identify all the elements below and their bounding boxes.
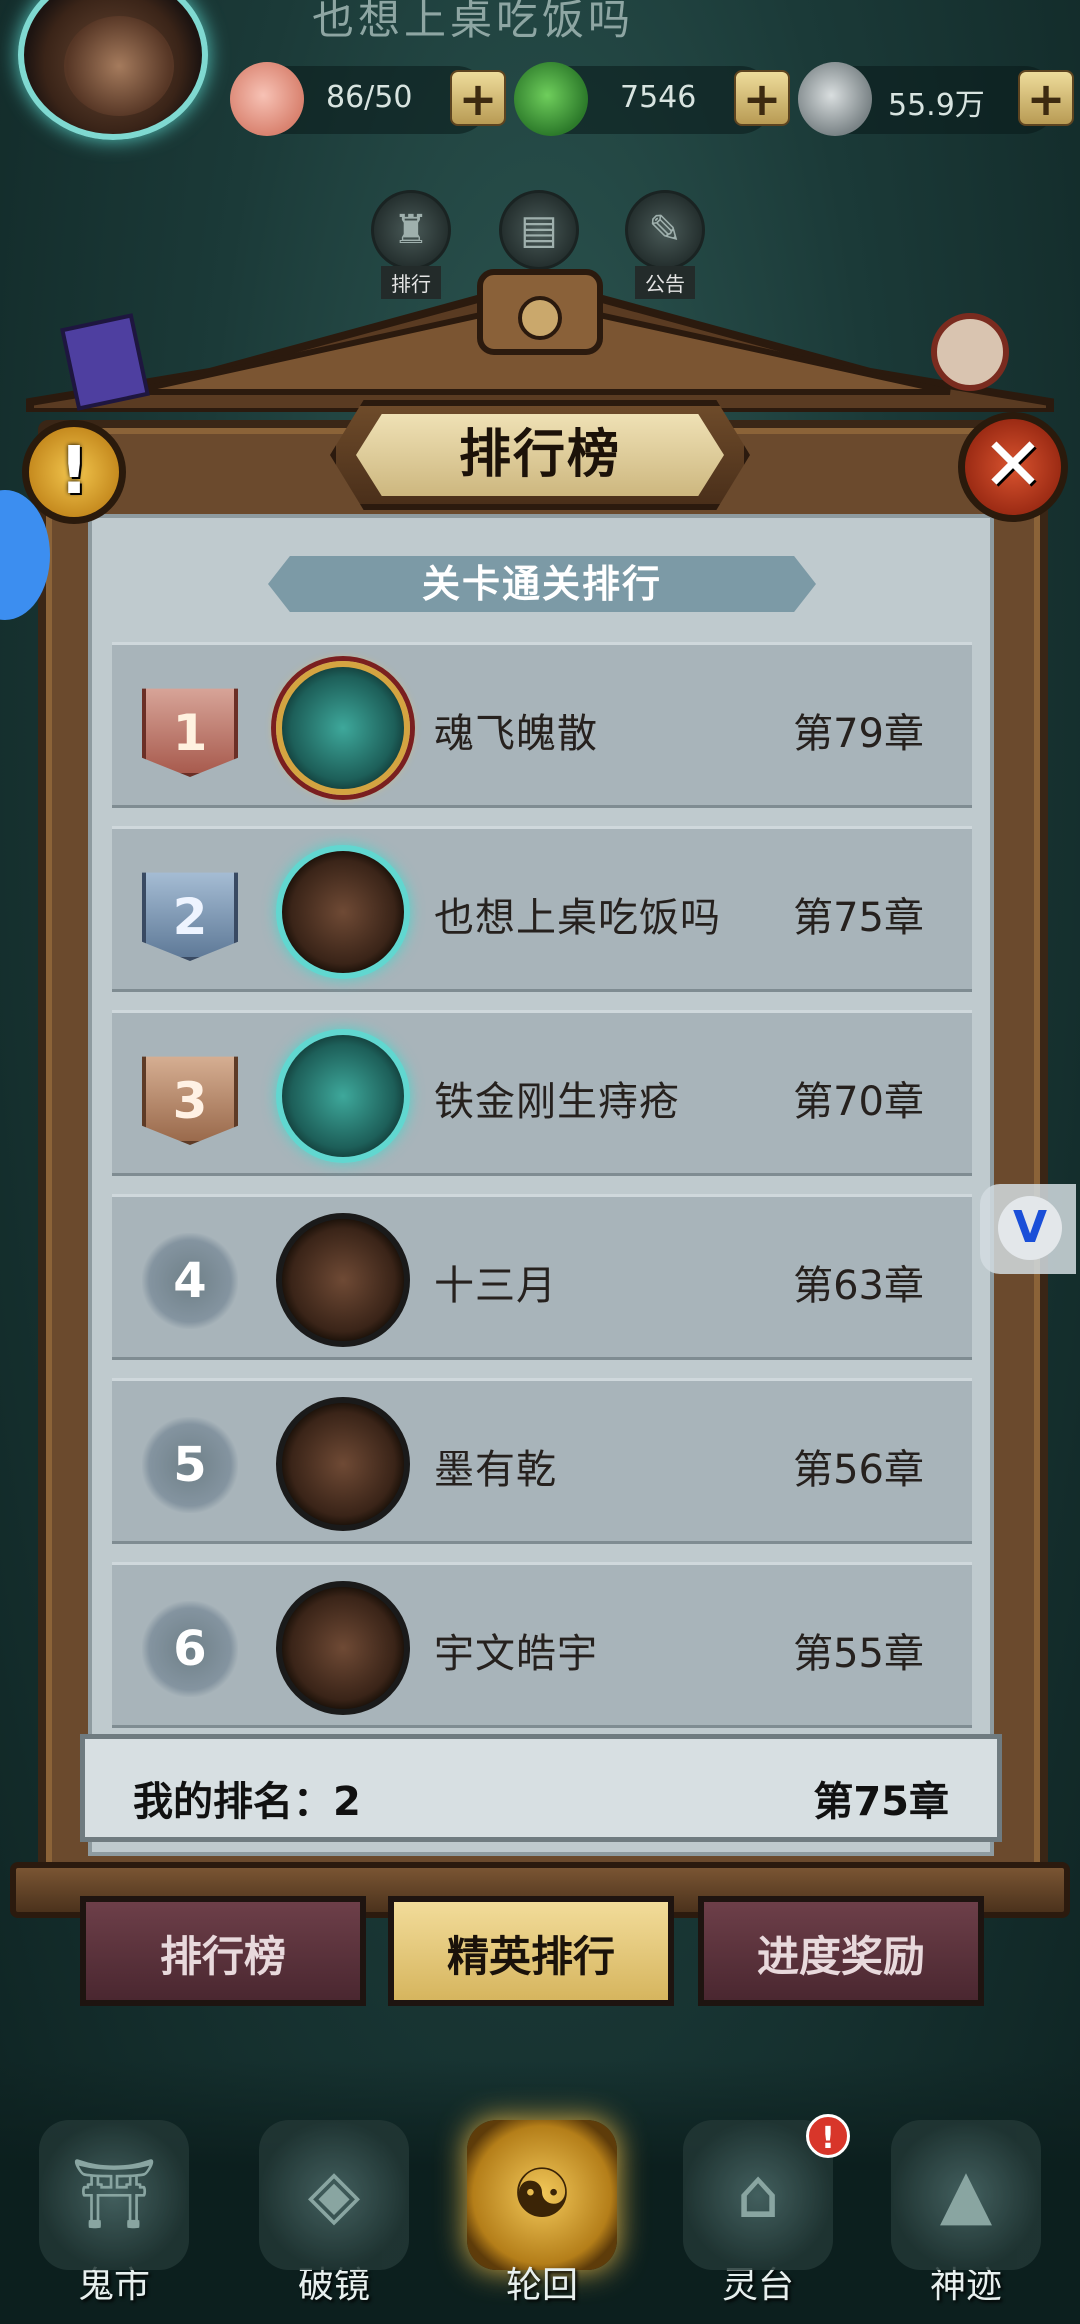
player-avatar[interactable] xyxy=(18,0,208,140)
row-chapter: 第79章 xyxy=(793,711,924,757)
v-logo-icon: V xyxy=(998,1196,1062,1260)
ranking-icon: ♜ xyxy=(371,190,451,270)
notice-icon: ✎ xyxy=(625,190,705,270)
my-rank-label: 我的排名：2 xyxy=(133,1779,361,1825)
info-button[interactable]: ! xyxy=(22,420,126,524)
peach-icon xyxy=(230,62,304,136)
row-player-name: 宇文皓宇 xyxy=(434,1631,598,1677)
rank-row-1[interactable]: 1 魂飞魄散 第79章 xyxy=(112,642,972,808)
rank-row-4[interactable]: 4 十三月 第63章 xyxy=(112,1194,972,1360)
tab-elite-ranking[interactable]: 精英排行 xyxy=(388,1896,674,2006)
panel-title: 排行榜 xyxy=(356,414,724,496)
close-button[interactable]: ✕ xyxy=(958,412,1068,522)
market-icon: ⛩ xyxy=(39,2120,189,2270)
player-avatar-icon xyxy=(276,1029,410,1163)
yin-yang-icon: ☯ xyxy=(467,2120,617,2270)
rank-badge-silver: 2 xyxy=(142,872,238,961)
rank-row-6[interactable]: 6 宇文皓宇 第55章 xyxy=(112,1562,972,1728)
row-chapter: 第56章 xyxy=(793,1447,924,1493)
peach-value: 86/50 xyxy=(326,80,413,115)
rank-number: 5 xyxy=(142,1417,238,1513)
nav-label: 轮回 xyxy=(505,2265,578,2306)
silver-value: 55.9万 xyxy=(888,88,985,123)
resource-jade: 7546 + xyxy=(514,62,790,136)
side-assist-widget[interactable]: V xyxy=(980,1184,1076,1274)
rank-row-5[interactable]: 5 墨有乾 第56章 xyxy=(112,1378,972,1544)
rank-number: 4 xyxy=(142,1233,238,1329)
row-chapter: 第75章 xyxy=(793,895,924,941)
nav-miracle[interactable]: ▲ 神迹 xyxy=(876,2120,1056,2308)
relic-icon: ▲ xyxy=(891,2120,1041,2270)
nav-broken-mirror[interactable]: ◈ 破镜 xyxy=(244,2120,424,2308)
row-player-name: 墨有乾 xyxy=(434,1447,557,1493)
jade-coin-icon xyxy=(514,62,588,136)
nav-ghost-market[interactable]: ⛩ 鬼市 xyxy=(24,2120,204,2308)
nav-reincarnation[interactable]: ☯ 轮回 xyxy=(452,2120,632,2308)
my-rank-bar: 我的排名：2 第75章 xyxy=(80,1734,1002,1842)
scroll-icon: ▤ xyxy=(499,190,579,270)
row-chapter: 第70章 xyxy=(793,1079,924,1125)
rank-row-3[interactable]: 3 铁金刚生痔疮 第70章 xyxy=(112,1010,972,1176)
my-rank-chapter: 第75章 xyxy=(813,1779,949,1825)
row-chapter: 第63章 xyxy=(793,1263,924,1309)
rank-row-2[interactable]: 2 也想上桌吃饭吗 第75章 xyxy=(112,826,972,992)
rank-number: 6 xyxy=(142,1601,238,1697)
panel-roof xyxy=(26,269,1054,412)
notification-badge: ! xyxy=(806,2114,850,2158)
row-player-name: 也想上桌吃饭吗 xyxy=(434,895,721,941)
player-avatar-icon xyxy=(276,1213,410,1347)
top-tab-scroll[interactable]: ▤ xyxy=(494,190,584,270)
monkey-face-icon xyxy=(64,16,174,116)
player-avatar-icon xyxy=(276,1581,410,1715)
row-player-name: 十三月 xyxy=(434,1263,557,1309)
row-chapter: 第55章 xyxy=(793,1631,924,1677)
add-jade-button[interactable]: + xyxy=(734,70,790,126)
add-silver-button[interactable]: + xyxy=(1018,70,1074,126)
rank-badge-bronze: 3 xyxy=(142,1056,238,1145)
silver-coin-icon xyxy=(798,62,872,136)
tab-leaderboard[interactable]: 排行榜 xyxy=(80,1896,366,2006)
rank-badge-gold: 1 xyxy=(142,688,238,777)
player-avatar-icon xyxy=(276,845,410,979)
row-player-name: 魂飞魄散 xyxy=(434,711,598,757)
resource-silver: 55.9万 + xyxy=(798,62,1074,136)
broken-mirror-icon: ◈ xyxy=(259,2120,409,2270)
tab-progress-rewards[interactable]: 进度奖励 xyxy=(698,1896,984,2006)
player-name: 也想上桌吃饭吗 xyxy=(312,0,635,44)
row-player-name: 铁金刚生痔疮 xyxy=(434,1079,680,1125)
jade-value: 7546 xyxy=(620,80,697,115)
add-peach-button[interactable]: + xyxy=(450,70,506,126)
section-subtitle: 关卡通关排行 xyxy=(268,556,816,612)
player-avatar-icon xyxy=(276,1397,410,1531)
player-avatar-icon xyxy=(276,661,410,795)
resource-peach: 86/50 + xyxy=(230,62,506,136)
